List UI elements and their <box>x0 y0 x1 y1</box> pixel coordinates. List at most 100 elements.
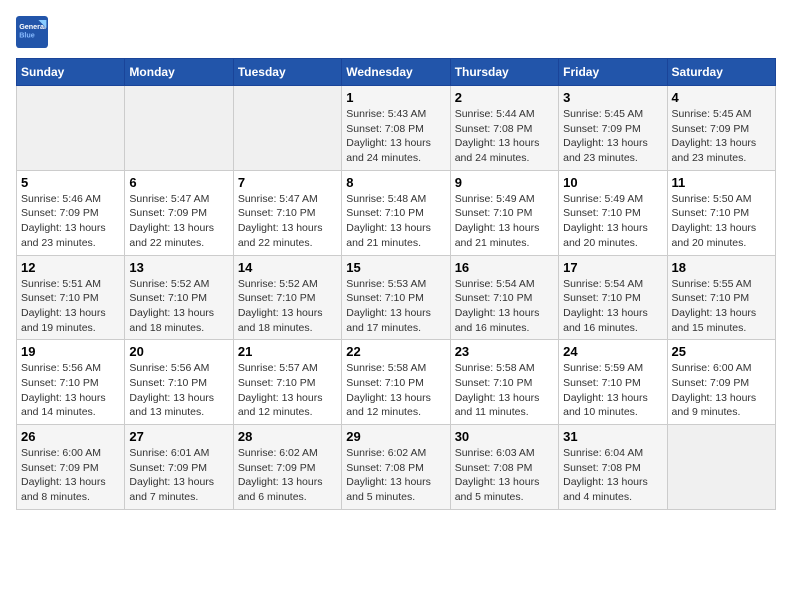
calendar-body: 1 Sunrise: 5:43 AM Sunset: 7:08 PM Daylig… <box>17 86 776 510</box>
calendar-cell: 24 Sunrise: 5:59 AM Sunset: 7:10 PM Dayli… <box>559 340 667 425</box>
day-info: Sunrise: 5:56 AM Sunset: 7:10 PM Dayligh… <box>129 361 228 420</box>
day-number: 21 <box>238 344 337 359</box>
calendar-cell <box>667 425 775 510</box>
weekday-header-monday: Monday <box>125 59 233 86</box>
day-info: Sunrise: 5:51 AM Sunset: 7:10 PM Dayligh… <box>21 277 120 336</box>
day-info: Sunrise: 5:43 AM Sunset: 7:08 PM Dayligh… <box>346 107 445 166</box>
day-number: 25 <box>672 344 771 359</box>
day-info: Sunrise: 6:01 AM Sunset: 7:09 PM Dayligh… <box>129 446 228 505</box>
calendar-cell: 7 Sunrise: 5:47 AM Sunset: 7:10 PM Daylig… <box>233 170 341 255</box>
day-info: Sunrise: 5:50 AM Sunset: 7:10 PM Dayligh… <box>672 192 771 251</box>
day-info: Sunrise: 6:04 AM Sunset: 7:08 PM Dayligh… <box>563 446 662 505</box>
day-info: Sunrise: 6:02 AM Sunset: 7:08 PM Dayligh… <box>346 446 445 505</box>
day-info: Sunrise: 5:58 AM Sunset: 7:10 PM Dayligh… <box>455 361 554 420</box>
day-number: 7 <box>238 175 337 190</box>
calendar-week-3: 12 Sunrise: 5:51 AM Sunset: 7:10 PM Dayli… <box>17 255 776 340</box>
day-info: Sunrise: 5:59 AM Sunset: 7:10 PM Dayligh… <box>563 361 662 420</box>
day-info: Sunrise: 5:47 AM Sunset: 7:10 PM Dayligh… <box>238 192 337 251</box>
weekday-header-saturday: Saturday <box>667 59 775 86</box>
day-info: Sunrise: 5:54 AM Sunset: 7:10 PM Dayligh… <box>563 277 662 336</box>
day-number: 22 <box>346 344 445 359</box>
day-info: Sunrise: 6:00 AM Sunset: 7:09 PM Dayligh… <box>21 446 120 505</box>
weekday-header-wednesday: Wednesday <box>342 59 450 86</box>
calendar-cell <box>233 86 341 171</box>
calendar-cell: 22 Sunrise: 5:58 AM Sunset: 7:10 PM Dayli… <box>342 340 450 425</box>
calendar-cell <box>17 86 125 171</box>
calendar-cell: 16 Sunrise: 5:54 AM Sunset: 7:10 PM Dayli… <box>450 255 558 340</box>
day-info: Sunrise: 5:48 AM Sunset: 7:10 PM Dayligh… <box>346 192 445 251</box>
calendar-cell: 23 Sunrise: 5:58 AM Sunset: 7:10 PM Dayli… <box>450 340 558 425</box>
general-blue-icon: General Blue <box>16 16 48 48</box>
day-number: 28 <box>238 429 337 444</box>
day-number: 23 <box>455 344 554 359</box>
calendar-cell: 19Sunrise: 5:56 AM Sunset: 7:10 PM Dayli… <box>17 340 125 425</box>
calendar-table: SundayMondayTuesdayWednesdayThursdayFrid… <box>16 58 776 510</box>
svg-text:Blue: Blue <box>19 31 35 40</box>
day-number: 15 <box>346 260 445 275</box>
calendar-cell: 2Sunrise: 5:44 AM Sunset: 7:08 PM Daylig… <box>450 86 558 171</box>
day-info: Sunrise: 5:56 AM Sunset: 7:10 PM Dayligh… <box>21 361 120 420</box>
day-number: 11 <box>672 175 771 190</box>
day-number: 26 <box>21 429 120 444</box>
day-info: Sunrise: 5:57 AM Sunset: 7:10 PM Dayligh… <box>238 361 337 420</box>
calendar-cell: 6 Sunrise: 5:47 AM Sunset: 7:09 PM Daylig… <box>125 170 233 255</box>
weekday-header-tuesday: Tuesday <box>233 59 341 86</box>
calendar-week-1: 1 Sunrise: 5:43 AM Sunset: 7:08 PM Daylig… <box>17 86 776 171</box>
day-info: Sunrise: 5:52 AM Sunset: 7:10 PM Dayligh… <box>129 277 228 336</box>
day-number: 2 <box>455 90 554 105</box>
calendar-cell <box>125 86 233 171</box>
day-info: Sunrise: 6:02 AM Sunset: 7:09 PM Dayligh… <box>238 446 337 505</box>
calendar-week-4: 19Sunrise: 5:56 AM Sunset: 7:10 PM Dayli… <box>17 340 776 425</box>
day-info: Sunrise: 5:46 AM Sunset: 7:09 PM Dayligh… <box>21 192 120 251</box>
calendar-header: SundayMondayTuesdayWednesdayThursdayFrid… <box>17 59 776 86</box>
calendar-cell: 1 Sunrise: 5:43 AM Sunset: 7:08 PM Daylig… <box>342 86 450 171</box>
day-info: Sunrise: 5:58 AM Sunset: 7:10 PM Dayligh… <box>346 361 445 420</box>
weekday-header-row: SundayMondayTuesdayWednesdayThursdayFrid… <box>17 59 776 86</box>
day-number: 4 <box>672 90 771 105</box>
day-number: 31 <box>563 429 662 444</box>
day-info: Sunrise: 5:49 AM Sunset: 7:10 PM Dayligh… <box>455 192 554 251</box>
calendar-cell: 12 Sunrise: 5:51 AM Sunset: 7:10 PM Dayli… <box>17 255 125 340</box>
day-number: 6 <box>129 175 228 190</box>
calendar-cell: 8 Sunrise: 5:48 AM Sunset: 7:10 PM Daylig… <box>342 170 450 255</box>
weekday-header-friday: Friday <box>559 59 667 86</box>
calendar-cell: 15 Sunrise: 5:53 AM Sunset: 7:10 PM Dayli… <box>342 255 450 340</box>
day-number: 3 <box>563 90 662 105</box>
day-number: 5 <box>21 175 120 190</box>
calendar-cell: 30Sunrise: 6:03 AM Sunset: 7:08 PM Dayli… <box>450 425 558 510</box>
weekday-header-sunday: Sunday <box>17 59 125 86</box>
day-number: 17 <box>563 260 662 275</box>
day-number: 30 <box>455 429 554 444</box>
calendar-cell: 20 Sunrise: 5:56 AM Sunset: 7:10 PM Dayli… <box>125 340 233 425</box>
calendar-week-2: 5 Sunrise: 5:46 AM Sunset: 7:09 PM Daylig… <box>17 170 776 255</box>
day-info: Sunrise: 5:45 AM Sunset: 7:09 PM Dayligh… <box>672 107 771 166</box>
day-number: 14 <box>238 260 337 275</box>
day-info: Sunrise: 5:54 AM Sunset: 7:10 PM Dayligh… <box>455 277 554 336</box>
day-number: 8 <box>346 175 445 190</box>
calendar-cell: 27 Sunrise: 6:01 AM Sunset: 7:09 PM Dayli… <box>125 425 233 510</box>
calendar-cell: 31 Sunrise: 6:04 AM Sunset: 7:08 PM Dayli… <box>559 425 667 510</box>
calendar-cell: 18Sunrise: 5:55 AM Sunset: 7:10 PM Dayli… <box>667 255 775 340</box>
day-info: Sunrise: 5:47 AM Sunset: 7:09 PM Dayligh… <box>129 192 228 251</box>
calendar-week-5: 26 Sunrise: 6:00 AM Sunset: 7:09 PM Dayli… <box>17 425 776 510</box>
day-number: 20 <box>129 344 228 359</box>
day-info: Sunrise: 6:00 AM Sunset: 7:09 PM Dayligh… <box>672 361 771 420</box>
day-number: 13 <box>129 260 228 275</box>
day-number: 29 <box>346 429 445 444</box>
day-number: 16 <box>455 260 554 275</box>
day-info: Sunrise: 5:52 AM Sunset: 7:10 PM Dayligh… <box>238 277 337 336</box>
day-number: 1 <box>346 90 445 105</box>
day-info: Sunrise: 5:55 AM Sunset: 7:10 PM Dayligh… <box>672 277 771 336</box>
calendar-cell: 3Sunrise: 5:45 AM Sunset: 7:09 PM Daylig… <box>559 86 667 171</box>
day-number: 24 <box>563 344 662 359</box>
logo: General Blue <box>16 16 56 48</box>
day-number: 27 <box>129 429 228 444</box>
calendar-cell: 21 Sunrise: 5:57 AM Sunset: 7:10 PM Dayli… <box>233 340 341 425</box>
calendar-cell: 9 Sunrise: 5:49 AM Sunset: 7:10 PM Daylig… <box>450 170 558 255</box>
calendar-cell: 13 Sunrise: 5:52 AM Sunset: 7:10 PM Dayli… <box>125 255 233 340</box>
day-info: Sunrise: 5:53 AM Sunset: 7:10 PM Dayligh… <box>346 277 445 336</box>
day-number: 12 <box>21 260 120 275</box>
day-number: 9 <box>455 175 554 190</box>
calendar-cell: 25 Sunrise: 6:00 AM Sunset: 7:09 PM Dayli… <box>667 340 775 425</box>
calendar-cell: 29 Sunrise: 6:02 AM Sunset: 7:08 PM Dayli… <box>342 425 450 510</box>
